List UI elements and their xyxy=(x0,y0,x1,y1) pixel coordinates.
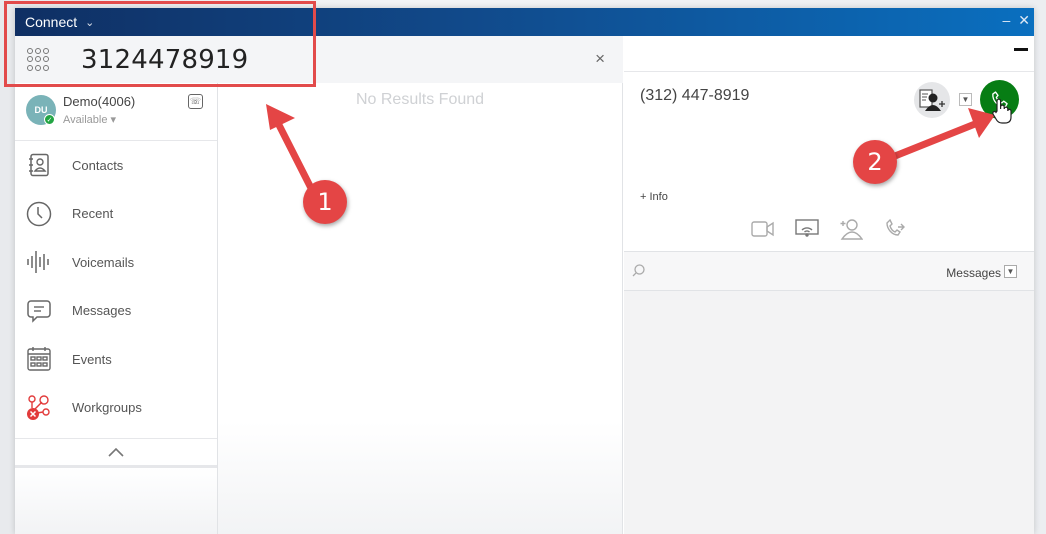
messages-filter-label: Messages xyxy=(946,266,1001,280)
contact-panel: (312) 447-8919 ▼ + Info Messages ▼ xyxy=(624,36,1034,534)
app-title[interactable]: Connect xyxy=(25,14,77,30)
clear-input-button[interactable]: × xyxy=(595,49,605,69)
sidebar-item-label: Events xyxy=(72,351,112,367)
call-action-icons xyxy=(750,216,908,242)
workgroups-icon xyxy=(25,394,53,422)
call-forward-icon[interactable]: ☏ xyxy=(188,94,203,109)
sidebar-item-label: Recent xyxy=(72,206,114,222)
video-icon[interactable] xyxy=(750,216,776,242)
dial-row: × xyxy=(15,36,623,83)
message-bubble-icon xyxy=(25,297,53,325)
no-results-message: No Results Found xyxy=(355,91,485,108)
transfer-icon[interactable] xyxy=(882,216,908,242)
sidebar-item-messages[interactable]: Messages xyxy=(15,287,217,336)
sidebar: DU ✓ Demo(4006) Available ▾ ☏ Contacts R… xyxy=(15,83,218,534)
connect-window: Connect ⌄ – ✕ × DU ✓ Demo(4006) Availabl… xyxy=(15,8,1034,534)
sidebar-empty-area xyxy=(15,468,217,534)
sidebar-item-recent[interactable]: Recent xyxy=(15,190,217,239)
messages-area xyxy=(624,291,1034,534)
dialpad-icon[interactable] xyxy=(27,47,51,72)
user-card[interactable]: DU ✓ Demo(4006) Available ▾ ☏ xyxy=(15,83,217,141)
messages-filter-dropdown[interactable]: ▼ xyxy=(1004,265,1017,278)
sidebar-item-label: Voicemails xyxy=(72,254,135,270)
dial-number-input[interactable] xyxy=(81,44,481,75)
sidebar-item-voicemails[interactable]: Voicemails xyxy=(15,238,217,287)
sidebar-item-label: Messages xyxy=(72,303,132,319)
screen-share-icon[interactable] xyxy=(794,216,820,242)
sidebar-item-contacts[interactable]: Contacts xyxy=(15,141,217,190)
presence-check-icon: ✓ xyxy=(44,114,55,125)
user-name: Demo(4006) xyxy=(63,94,136,109)
messages-toolbar: Messages ▼ xyxy=(624,251,1034,291)
sidebar-item-label: Workgroups xyxy=(72,400,142,416)
hand-cursor-icon xyxy=(992,98,1012,124)
sidebar-item-events[interactable]: Events xyxy=(15,335,217,384)
collapse-sidebar-button[interactable] xyxy=(15,438,217,468)
annotation-badge-2: 2 xyxy=(853,140,897,184)
panel-minimize-button[interactable] xyxy=(1014,48,1028,51)
search-icon[interactable] xyxy=(632,264,645,282)
contacts-book-icon xyxy=(25,151,53,179)
add-contact-icon xyxy=(919,89,945,111)
add-participant-icon[interactable] xyxy=(838,216,864,242)
contact-panel-header xyxy=(624,36,1034,72)
add-contact-button[interactable] xyxy=(914,82,950,118)
window-minimize-button[interactable]: – xyxy=(1002,12,1010,29)
title-bar: Connect ⌄ – ✕ xyxy=(15,8,1034,36)
clock-icon xyxy=(25,200,53,228)
presence-status-dropdown[interactable]: Available ▾ xyxy=(63,113,116,126)
chevron-up-icon xyxy=(108,447,124,457)
contact-number: (312) 447-8919 xyxy=(640,87,750,104)
sidebar-item-label: Contacts xyxy=(72,157,124,173)
calendar-icon xyxy=(25,345,53,373)
search-results-pane: No Results Found xyxy=(218,83,623,534)
more-info-link[interactable]: + Info xyxy=(640,191,668,203)
voicemail-waveform-icon xyxy=(25,248,53,276)
app-menu-chevron-icon[interactable]: ⌄ xyxy=(85,16,94,29)
sidebar-item-workgroups[interactable]: Workgroups xyxy=(15,384,217,433)
call-options-dropdown[interactable]: ▼ xyxy=(959,93,972,106)
window-close-button[interactable]: ✕ xyxy=(1018,12,1030,29)
annotation-badge-1: 1 xyxy=(303,180,347,224)
